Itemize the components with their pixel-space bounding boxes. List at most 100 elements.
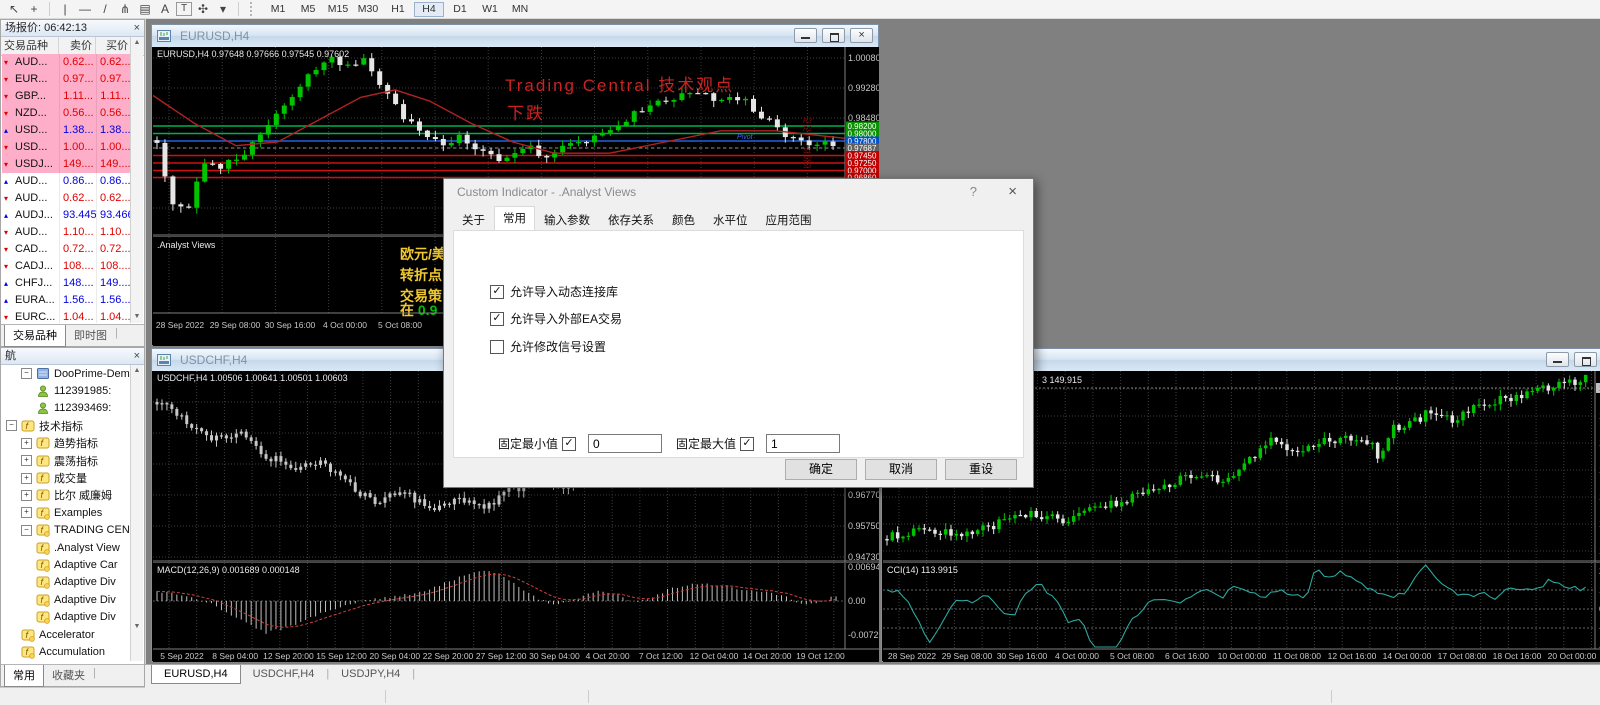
navigator-item[interactable]: fAdaptive Div [2, 608, 131, 625]
scroll-down-icon[interactable]: ▼ [131, 621, 143, 633]
dialog-tab-0[interactable]: 关于 [453, 208, 494, 231]
dialog-tab-2[interactable]: 输入参数 [535, 208, 599, 231]
cursor-icon[interactable]: ↖ [5, 1, 23, 18]
fixed-max-input[interactable] [766, 434, 840, 453]
checkbox-checked[interactable]: ✓ [490, 312, 504, 326]
reset-button[interactable]: 重设 [945, 459, 1017, 480]
close-button[interactable]: × [850, 28, 873, 43]
navigator-item[interactable]: −fTRADING CENTI [2, 522, 131, 539]
navigator-scrollbar[interactable]: ▲▼ [130, 365, 143, 661]
expand-icon[interactable]: + [21, 490, 32, 501]
column-header-1[interactable]: 卖价 [59, 37, 96, 55]
navigator-item[interactable]: +f成交量 [2, 469, 131, 486]
text-icon[interactable]: A [156, 1, 174, 18]
fibonacci-icon[interactable]: ▤ [136, 1, 154, 18]
timeframe-h1[interactable]: H1 [384, 2, 412, 17]
navigator-item[interactable]: fAccelerator [2, 626, 131, 643]
toolbar-grip[interactable] [250, 2, 257, 16]
checkbox-checked[interactable]: ✓ [490, 285, 504, 299]
crosshair-icon[interactable]: + [25, 1, 43, 18]
horizontal-line-icon[interactable]: — [76, 1, 94, 18]
scroll-down-icon[interactable]: ▼ [131, 311, 143, 323]
timeframe-h4[interactable]: H4 [414, 2, 444, 17]
expand-icon[interactable]: + [21, 473, 32, 484]
cancel-button[interactable]: 取消 [865, 459, 937, 480]
collapse-icon[interactable]: − [6, 420, 17, 431]
market-watch-tab-1[interactable]: 即时图 [66, 325, 115, 346]
dialog-tab-5[interactable]: 水平位 [704, 208, 757, 231]
timeframe-m1[interactable]: M1 [264, 2, 292, 17]
close-icon[interactable]: × [134, 20, 140, 36]
scroll-up-icon[interactable]: ▲ [131, 37, 143, 49]
chart-tab-usdchf-h4[interactable]: USDCHF,H4 [241, 665, 327, 683]
custom-indicator-dialog[interactable]: Custom Indicator - .Analyst Views ? × 关于… [443, 178, 1034, 488]
eurusd-titlebar[interactable]: EURUSD,H4 × [152, 25, 878, 47]
arrows-icon[interactable]: ✣ [194, 1, 212, 18]
market-watch-row[interactable]: ▾EUR...0.97...0.97... [2, 71, 143, 88]
restore-button[interactable] [822, 28, 845, 43]
chart-tab-eurusd-h4[interactable]: EURUSD,H4 [151, 665, 241, 684]
market-watch-row[interactable]: ▾USDJ...149....149.... [2, 156, 143, 173]
scroll-up-icon[interactable]: ▲ [131, 365, 143, 377]
timeframe-m15[interactable]: M15 [324, 2, 352, 17]
market-watch-row[interactable]: ▴AUDJ...93.44593.466 [2, 207, 143, 224]
chart-tab-usdjpy-h4[interactable]: USDJPY,H4 [329, 665, 412, 683]
market-watch-row[interactable]: ▴EURA...1.56...1.56... [2, 292, 143, 309]
navigator-tab-1[interactable]: 收藏夹 [44, 665, 93, 686]
market-watch-row[interactable]: ▾CADJ...108....108.... [2, 258, 143, 275]
navigator-tab-0[interactable]: 常用 [4, 665, 44, 687]
market-watch-row[interactable]: ▴CHFJ...148....149.... [2, 275, 143, 292]
dialog-tab-1[interactable]: 常用 [494, 206, 535, 232]
restore-button[interactable] [1574, 352, 1597, 367]
timeframe-w1[interactable]: W1 [476, 2, 504, 17]
navigator-item[interactable]: −f技术指标 [2, 417, 131, 434]
minimize-button[interactable] [794, 28, 817, 43]
market-watch-row[interactable]: ▴AUD...0.86...0.86... [2, 173, 143, 190]
navigator-item[interactable]: +f趋势指标 [2, 435, 131, 452]
market-watch-row[interactable]: ▾NZD...0.56...0.56... [2, 105, 143, 122]
timeframe-m5[interactable]: M5 [294, 2, 322, 17]
dialog-titlebar[interactable]: Custom Indicator - .Analyst Views ? × [444, 179, 1033, 205]
collapse-icon[interactable]: − [21, 525, 32, 536]
navigator-item[interactable]: fAdaptive Div [2, 591, 131, 608]
navigator-item[interactable]: fAdaptive Div [2, 574, 131, 591]
market-watch-row[interactable]: ▾CAD...0.72...0.72... [2, 241, 143, 258]
expand-icon[interactable]: + [21, 455, 32, 466]
timeframe-mn[interactable]: MN [506, 2, 534, 17]
market-watch-row[interactable]: ▾AUD...0.62...0.62... [2, 54, 143, 71]
market-watch-row[interactable]: ▾GBP...1.11...1.11... [2, 88, 143, 105]
column-header-2[interactable]: 买价 [96, 37, 132, 55]
dialog-tab-4[interactable]: 颜色 [663, 208, 704, 231]
minimize-button[interactable] [1546, 352, 1569, 367]
market-watch-row[interactable]: ▾AUD...1.10...1.10... [2, 224, 143, 241]
navigator-item[interactable]: +fExamples [2, 504, 131, 521]
ok-button[interactable]: 确定 [785, 459, 857, 480]
dropdown-arrow-icon[interactable]: ▾ [214, 1, 232, 18]
navigator-item[interactable]: +f比尔 威廉姆 [2, 487, 131, 504]
dialog-tab-6[interactable]: 应用范围 [757, 208, 821, 231]
vertical-line-icon[interactable]: | [56, 1, 74, 18]
text-label-icon[interactable]: T [176, 2, 192, 16]
close-icon[interactable]: × [134, 348, 140, 364]
checkbox[interactable] [490, 340, 504, 354]
navigator-item[interactable]: fAccumulation [2, 643, 131, 660]
navigator-item[interactable]: −DooPrime-Demo [2, 365, 131, 382]
market-watch-row[interactable]: ▾EURC...1.04...1.04... [2, 309, 143, 323]
timeframe-m30[interactable]: M30 [354, 2, 382, 17]
navigator-item[interactable]: fAdaptive Car [2, 556, 131, 573]
close-icon[interactable]: × [1008, 179, 1017, 205]
help-icon[interactable]: ? [970, 179, 977, 205]
trendline-icon[interactable]: / [96, 1, 114, 18]
fixed-max-checkbox[interactable]: ✓ [740, 437, 754, 451]
market-watch-row[interactable]: ▾AUD...0.62...0.62... [2, 190, 143, 207]
timeframe-d1[interactable]: D1 [446, 2, 474, 17]
fixed-min-input[interactable] [588, 434, 662, 453]
navigator-item[interactable]: 112393469: [2, 400, 131, 417]
expand-icon[interactable]: + [21, 507, 32, 518]
collapse-icon[interactable]: − [21, 368, 32, 379]
dialog-tab-3[interactable]: 依存关系 [599, 208, 663, 231]
equidistant-channel-icon[interactable]: ⋔ [116, 1, 134, 18]
market-watch-tab-0[interactable]: 交易品种 [4, 325, 66, 347]
navigator-item[interactable]: 112391985: [2, 382, 131, 399]
market-watch-scrollbar[interactable]: ▲▼ [130, 37, 143, 323]
